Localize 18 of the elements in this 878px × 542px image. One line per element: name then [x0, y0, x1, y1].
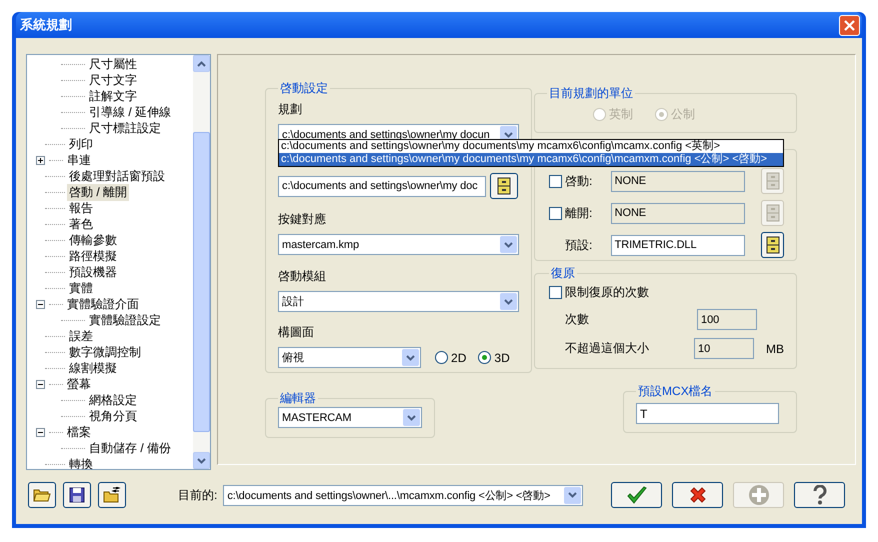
field-label: 預設: — [565, 236, 592, 254]
field-label: 按鍵對應 — [278, 211, 328, 228]
current-label: 目前的: — [178, 486, 218, 504]
window-title: 系統規劃 — [20, 16, 72, 34]
unit-label: MB — [766, 342, 784, 356]
field-label: 不超過這個大小 — [565, 340, 650, 357]
field-label: 啓動模組 — [278, 268, 328, 285]
field-label: 次數 — [565, 311, 590, 328]
group-title: 啓動設定 — [279, 80, 330, 97]
field-label: 構圖面 — [278, 324, 316, 341]
group-title: 目前規劃的單位 — [548, 85, 634, 102]
checkbox-label: 限制復原的次數 — [565, 284, 650, 301]
field-label: 啓動: — [565, 172, 592, 190]
field-label: 離開: — [565, 204, 592, 222]
group-title: 編輯器 — [279, 390, 318, 407]
group-title: 復原 — [550, 265, 576, 282]
group-title: 預設MCX檔名 — [637, 383, 714, 400]
field-label: 規劃 — [278, 101, 304, 118]
